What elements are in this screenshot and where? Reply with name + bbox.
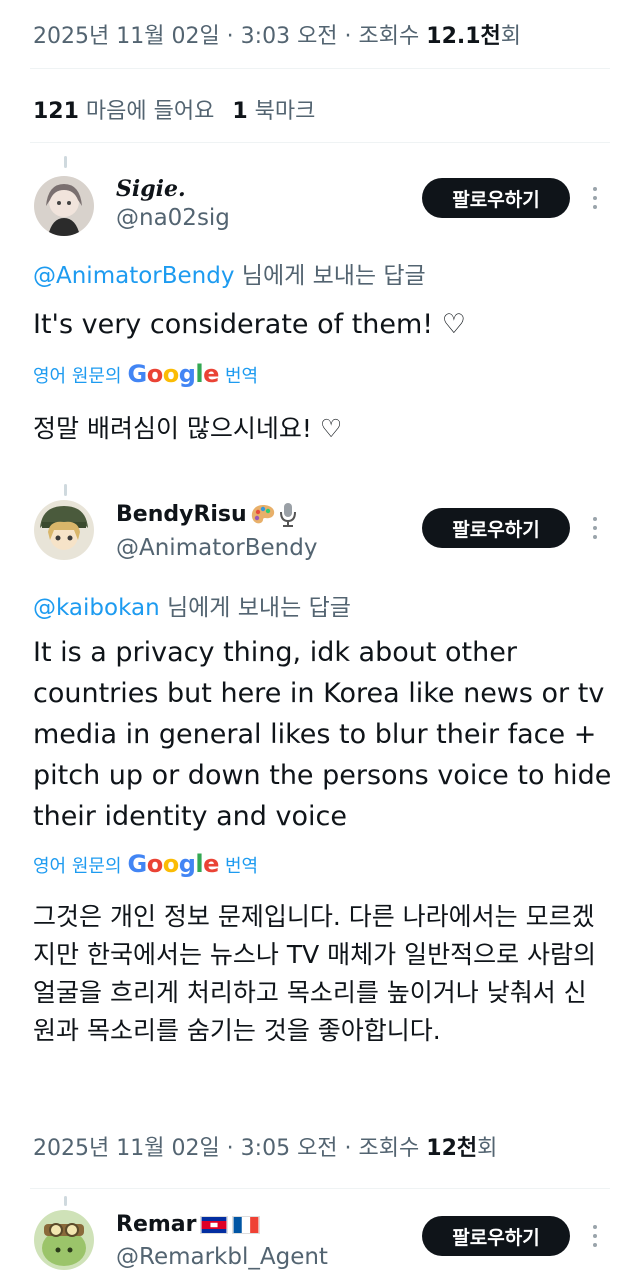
display-name[interactable]: Sigie. xyxy=(116,176,186,202)
avatar-sigie[interactable] xyxy=(34,176,94,236)
post-meta: 2025년 11월 02일 · 3:03 오전 · 조회수 12.1천회 xyxy=(33,18,521,50)
translation-attribution[interactable]: 영어 원문의 Google 번역 xyxy=(33,850,258,878)
meta-separator: · xyxy=(219,24,241,49)
views-count: 12천 xyxy=(426,1136,478,1161)
display-name[interactable]: BendyRisu xyxy=(116,502,297,528)
post-time[interactable]: 3:03 오전 xyxy=(241,24,338,49)
avatar-remar[interactable] xyxy=(34,1210,94,1270)
post-date[interactable]: 2025년 11월 02일 xyxy=(33,24,220,49)
likes-link[interactable]: 121 마음에 들어요 xyxy=(33,99,214,124)
google-logo-icon: Google xyxy=(127,850,220,878)
mention-link[interactable]: @AnimatorBendy xyxy=(33,263,234,289)
more-dots-icon[interactable] xyxy=(590,514,600,542)
replying-to-text: 님에게 보내는 답글 xyxy=(234,263,426,289)
views-label: 조회수 xyxy=(358,24,427,49)
reply-text: It's very considerate of them! ♡ xyxy=(33,309,466,340)
reply-meta: 2025년 11월 02일 · 3:05 오전 · 조회수 12천회 xyxy=(33,1130,497,1162)
engagement-bar: 121 마음에 들어요 1 북마크 xyxy=(33,93,315,125)
thread-line xyxy=(64,1196,67,1206)
display-name-text: Sigie. xyxy=(116,176,186,202)
replying-to-text: 님에게 보내는 답글 xyxy=(159,595,351,621)
translate-suffix: 번역 xyxy=(224,366,259,387)
more-dots-icon[interactable] xyxy=(590,184,600,212)
meta-separator: · xyxy=(337,1136,359,1161)
replying-to: @kaibokan 님에게 보내는 답글 xyxy=(33,588,351,622)
reply-date[interactable]: 2025년 11월 02일 xyxy=(33,1136,220,1161)
translated-text: 그것은 개인 정보 문제입니다. 다른 나라에서는 모르겠지만 한국에서는 뉴스… xyxy=(33,902,597,1045)
views-count: 12.1천 xyxy=(426,24,501,49)
views-suffix: 회 xyxy=(477,1136,498,1161)
bookmarks-count: 1 xyxy=(232,99,248,124)
meta-separator: · xyxy=(219,1136,241,1161)
follow-button[interactable]: 팔로우하기 xyxy=(422,508,570,548)
bookmarks-label: 북마크 xyxy=(247,99,316,124)
reply-time[interactable]: 3:05 오전 xyxy=(241,1136,338,1161)
user-handle[interactable]: @na02sig xyxy=(116,205,230,231)
france-flag-icon xyxy=(232,1216,261,1234)
bookmarks-link[interactable]: 1 북마크 xyxy=(232,99,315,124)
more-dots-icon[interactable] xyxy=(590,1222,600,1250)
translate-prefix: 영어 원문의 xyxy=(33,366,122,387)
mention-link[interactable]: @kaibokan xyxy=(33,595,160,621)
replying-to: @AnimatorBendy 님에게 보내는 답글 xyxy=(33,256,426,290)
translation-attribution[interactable]: 영어 원문의 Google 번역 xyxy=(33,360,258,388)
display-name[interactable]: Remar xyxy=(116,1212,261,1237)
views-suffix: 회 xyxy=(500,24,522,49)
meta-separator: · xyxy=(337,24,359,49)
user-handle[interactable]: @AnimatorBendy xyxy=(116,535,317,561)
avatar-image xyxy=(34,500,94,560)
avatar-image xyxy=(34,1210,94,1270)
follow-button[interactable]: 팔로우하기 xyxy=(422,1216,570,1256)
thread-line xyxy=(64,156,67,168)
translate-suffix: 번역 xyxy=(224,856,259,877)
translated-text: 정말 배려심이 많으시네요! ♡ xyxy=(33,414,343,443)
reply-text: It is a privacy thing, idk about other c… xyxy=(33,637,612,832)
thread-line xyxy=(64,484,67,496)
avatar-bendyrisu[interactable] xyxy=(34,500,94,560)
views-label: 조회수 xyxy=(358,1136,427,1161)
follow-button[interactable]: 팔로우하기 xyxy=(422,178,570,218)
microphone-emoji-icon xyxy=(279,503,296,527)
cambodia-flag-icon xyxy=(200,1216,229,1234)
likes-count: 121 xyxy=(33,99,79,124)
avatar-image xyxy=(34,176,94,236)
display-name-text: BendyRisu xyxy=(116,502,247,527)
divider xyxy=(30,142,610,143)
user-handle[interactable]: @Remarkbl_Agent xyxy=(116,1244,328,1270)
palette-emoji-icon xyxy=(251,505,274,524)
translate-prefix: 영어 원문의 xyxy=(33,856,122,877)
display-name-text: Remar xyxy=(116,1212,197,1237)
divider xyxy=(30,1188,610,1189)
likes-label: 마음에 들어요 xyxy=(78,99,215,124)
divider xyxy=(30,68,610,69)
google-logo-icon: Google xyxy=(127,360,220,388)
